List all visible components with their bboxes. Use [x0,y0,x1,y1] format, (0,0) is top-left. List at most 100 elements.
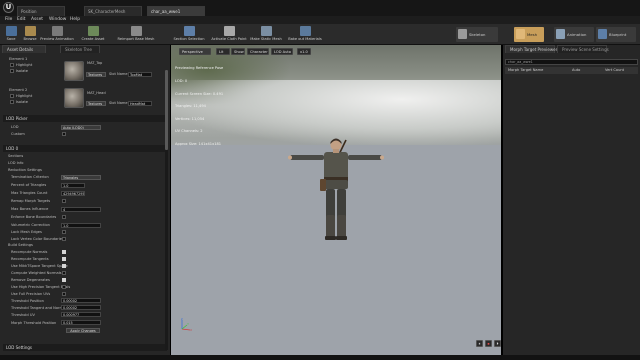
max-triangles-field[interactable]: 4294967295 [61,191,85,196]
reduction-row-label: Lock Vertex Color Boundaries [11,237,64,241]
mode-tab-blueprint[interactable]: Blueprint [596,27,636,42]
lod-auto-button[interactable]: LOD Auto [271,48,293,55]
enforce-bone-checkbox[interactable] [62,215,66,219]
menu-help[interactable]: Help [70,17,80,22]
reduction-settings-header[interactable]: Reduction Settings [8,168,42,172]
stop-button[interactable]: ⏹ [485,340,492,347]
unreal-logo-icon[interactable]: U [3,2,14,13]
build-settings-header[interactable]: Build Settings [8,243,33,247]
isolate-checkbox[interactable] [10,100,14,104]
percent-triangles-field[interactable]: 1.0 [61,183,85,188]
lock-mesh-edges-checkbox[interactable] [62,230,66,234]
window-tab[interactable]: SK_CharacterMesh [84,6,142,16]
character-button[interactable]: Character [247,48,269,55]
bake-out-materials-button[interactable]: Bake out Materials [286,25,324,44]
build-row-label: Threshold Tangent and Normal [11,306,67,310]
save-button[interactable]: Save [3,25,19,44]
high-precision-checkbox[interactable] [62,285,66,289]
column-header-name[interactable]: Morph Target Name [508,68,543,72]
browse-button[interactable]: Browse [21,25,39,44]
static-mesh-icon [260,26,272,36]
column-header-vert-count[interactable]: Vert Count [605,68,624,72]
svg-text:Y: Y [187,322,189,326]
lod-dropdown[interactable]: Auto (LOD0) [61,125,101,130]
morph-threshold-field[interactable]: 0.015 [61,320,101,325]
create-asset-icon [87,26,99,36]
lod-info-label[interactable]: LOD Info [8,161,23,165]
slot-name-field[interactable]: HeadMat [128,101,152,106]
column-header-auto[interactable]: Auto [572,68,580,72]
full-precision-uv-checkbox[interactable] [62,292,66,296]
perspective-button[interactable]: Perspective [179,48,211,55]
remove-degenerates-checkbox[interactable] [62,278,66,282]
highlight-label: Highlight [16,63,33,67]
isolate-checkbox[interactable] [10,69,14,73]
material-thumbnail[interactable] [64,61,84,81]
tab-asset-details[interactable]: Asset Details [2,45,46,53]
sections-label[interactable]: Sections [8,154,23,158]
remap-morph-checkbox[interactable] [62,199,66,203]
tab-morph-target-previewer[interactable]: Morph Target Previewer [505,45,557,53]
morph-search-input[interactable]: char_aa_wwe1 [505,59,638,65]
material-thumbnail[interactable] [64,88,84,108]
window-tab-active[interactable]: char_aa_wwe1 [147,6,205,16]
max-bones-field[interactable]: 4 [61,207,101,212]
weighted-normals-checkbox[interactable] [62,271,66,275]
reduction-row-label: Max Bones Influence [11,207,49,211]
build-row-label: Threshold Position [11,299,44,303]
menu-asset[interactable]: Asset [31,17,43,22]
mode-tab-animation[interactable]: Animation [554,27,594,42]
play-button[interactable]: ⏵ [494,340,501,347]
lit-button[interactable]: Lit [216,48,230,55]
material-dropdown[interactable]: Textures [86,72,106,77]
tab-preview-scene-settings[interactable]: Preview Scene Settings [557,45,609,53]
custom-checkbox[interactable] [62,132,66,136]
preview-animation-button[interactable]: Preview Animation [40,25,74,44]
material-name: MAT_Head [87,91,106,95]
create-asset-button[interactable]: Create Asset [80,25,106,44]
material-dropdown[interactable]: Textures [86,101,106,106]
apply-changes-button[interactable]: Apply Changes [66,328,100,333]
menu-window[interactable]: Window [49,17,66,22]
element-1-label: Element 1 [9,57,28,61]
section-selection-button[interactable]: Section Selection [172,25,206,44]
scrollbar-thumb[interactable] [165,70,168,150]
lod-settings-header[interactable]: LOD Settings [3,344,167,351]
pause-button[interactable]: ⏸ [476,340,483,347]
tab-skeleton-tree[interactable]: Skeleton Tree [60,45,100,53]
threshold-uv-field[interactable]: 0.000977 [61,312,101,317]
volumetric-correction-field[interactable]: 1.0 [61,223,101,228]
build-row-label: Use MikkTSpace Tangent Space [11,264,68,268]
recompute-normals-checkbox[interactable] [62,250,66,254]
slot-name-label: Slot Name [109,72,128,76]
highlight-checkbox[interactable] [10,63,14,67]
slot-name-field[interactable]: TopMat [128,72,152,77]
highlight-checkbox[interactable] [10,94,14,98]
lod-label: LOD [11,125,19,129]
window-tab[interactable]: Position [17,6,65,16]
activate-cloth-paint-button[interactable]: Activate Cloth Paint [210,25,248,44]
reimport-base-mesh-button[interactable]: Reimport Base Mesh [116,25,156,44]
mode-tab-mesh[interactable]: Mesh [514,27,544,42]
playback-speed-button[interactable]: x1.0 [297,48,311,55]
threshold-tangent-field[interactable]: 0.00002 [61,305,101,310]
threshold-position-field[interactable]: 0.00002 [61,298,101,303]
show-button[interactable]: Show [231,48,245,55]
recompute-tangents-checkbox[interactable] [62,257,66,261]
section-selection-icon [183,26,195,36]
lod0-header[interactable]: LOD 0 [3,145,167,152]
menu-edit[interactable]: Edit [17,17,26,22]
mode-tab-skeleton[interactable]: Skeleton [456,27,498,42]
lock-vertex-color-checkbox[interactable] [62,237,66,241]
termination-criterion-dropdown[interactable]: Triangles [61,175,101,180]
menu-file[interactable]: File [5,17,12,22]
save-icon [5,26,17,36]
morph-target-panel [503,45,640,355]
character-mesh[interactable] [288,135,384,245]
lod-picker-header[interactable]: LOD Picker [3,115,167,122]
mikktspace-checkbox[interactable] [62,264,66,268]
reduction-row-label: Max Triangles Count [11,191,48,195]
slot-name-label: Slot Name [109,101,128,105]
build-row-label: Morph Threshold Position [11,321,57,325]
make-static-mesh-button[interactable]: Make Static Mesh [249,25,283,44]
